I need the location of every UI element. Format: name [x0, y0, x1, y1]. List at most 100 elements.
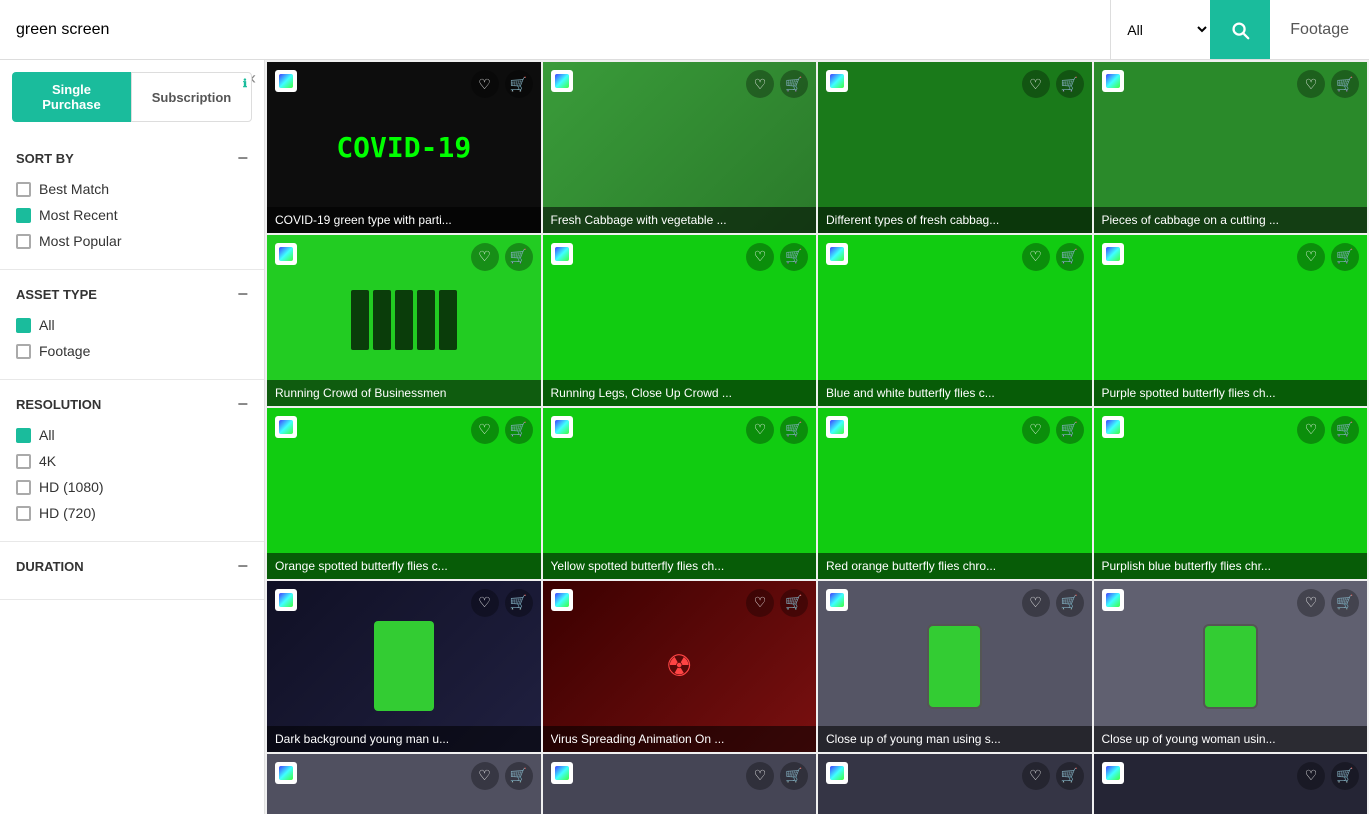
asset-type-footage[interactable]: Footage [16, 343, 248, 359]
res-all-label: All [39, 427, 55, 443]
cube-icon [830, 247, 844, 261]
sort-best-match[interactable]: Best Match [16, 181, 248, 197]
favorite-button[interactable]: ♡ [746, 243, 774, 271]
search-input[interactable]: green screen [0, 0, 1110, 59]
subscription-tab[interactable]: Subscription ℹ [131, 72, 252, 122]
favorite-button[interactable]: ♡ [471, 416, 499, 444]
media-card[interactable]: ♡ 🛒 Blue and white butterfly flies c... [818, 235, 1092, 406]
media-card[interactable]: ♡ 🛒 [1094, 754, 1368, 814]
sort-most-recent[interactable]: Most Recent [16, 207, 248, 223]
cube-icon [555, 247, 569, 261]
cart-button[interactable]: 🛒 [1056, 416, 1084, 444]
cart-button[interactable]: 🛒 [1056, 243, 1084, 271]
cart-button[interactable]: 🛒 [1331, 70, 1359, 98]
asset-type-header: ASSET TYPE − [16, 284, 248, 305]
cart-button[interactable]: 🛒 [505, 762, 533, 790]
resolution-4k[interactable]: 4K [16, 453, 248, 469]
asset-footage-checkbox[interactable] [16, 344, 31, 359]
media-card[interactable]: ♡ 🛒 [543, 754, 817, 814]
cart-button[interactable]: 🛒 [505, 589, 533, 617]
sort-most-popular[interactable]: Most Popular [16, 233, 248, 249]
media-card[interactable]: ♡ 🛒 Fresh Cabbage with vegetable ... [543, 62, 817, 233]
card-title: Orange spotted butterfly flies c... [275, 559, 533, 573]
single-purchase-tab[interactable]: SinglePurchase ℹ [12, 72, 131, 122]
favorite-button[interactable]: ♡ [471, 70, 499, 98]
media-card[interactable]: ♡ 🛒 [267, 754, 541, 814]
resolution-hd720[interactable]: HD (720) [16, 505, 248, 521]
asset-footage-label: Footage [39, 343, 90, 359]
favorite-button[interactable]: ♡ [471, 762, 499, 790]
duration-collapse-icon[interactable]: − [237, 556, 248, 577]
favorite-button[interactable]: ♡ [1022, 70, 1050, 98]
card-title: Yellow spotted butterfly flies ch... [551, 559, 809, 573]
most-recent-checkbox[interactable] [16, 208, 31, 223]
favorite-button[interactable]: ♡ [746, 762, 774, 790]
category-dropdown[interactable]: All Footage Photos Music [1110, 0, 1210, 59]
cart-button[interactable]: 🛒 [1331, 762, 1359, 790]
resolution-all[interactable]: All [16, 427, 248, 443]
asset-type-collapse-icon[interactable]: − [237, 284, 248, 305]
cart-button[interactable]: 🛒 [780, 243, 808, 271]
favorite-button[interactable]: ♡ [1297, 70, 1325, 98]
media-card[interactable]: ♡ 🛒 Running Crowd of Businessmen [267, 235, 541, 406]
media-card[interactable]: ♡ 🛒 Purplish blue butterfly flies chr... [1094, 408, 1368, 579]
cart-button[interactable]: 🛒 [780, 589, 808, 617]
cart-button[interactable]: 🛒 [1056, 762, 1084, 790]
cart-button[interactable]: 🛒 [1331, 243, 1359, 271]
cart-button[interactable]: 🛒 [1056, 70, 1084, 98]
favorite-button[interactable]: ♡ [1297, 243, 1325, 271]
favorite-button[interactable]: ♡ [1297, 589, 1325, 617]
cart-button[interactable]: 🛒 [1056, 589, 1084, 617]
search-button[interactable] [1210, 0, 1270, 59]
res-4k-checkbox[interactable] [16, 454, 31, 469]
cart-button[interactable]: 🛒 [505, 243, 533, 271]
favorite-button[interactable]: ♡ [471, 589, 499, 617]
cart-button[interactable]: 🛒 [1331, 416, 1359, 444]
card-logo [1102, 243, 1124, 265]
favorite-button[interactable]: ♡ [746, 70, 774, 98]
cube-icon [279, 74, 293, 88]
media-card[interactable]: ♡ 🛒 Dark background young man u... [267, 581, 541, 752]
media-card[interactable]: ♡ 🛒 Orange spotted butterfly flies c... [267, 408, 541, 579]
most-popular-checkbox[interactable] [16, 234, 31, 249]
media-card[interactable]: ♡ 🛒 Red orange butterfly flies chro... [818, 408, 1092, 579]
res-hd720-checkbox[interactable] [16, 506, 31, 521]
media-card[interactable]: ☢ ♡ 🛒 Virus Spreading Animation On ... [543, 581, 817, 752]
media-card[interactable]: ♡ 🛒 Running Legs, Close Up Crowd ... [543, 235, 817, 406]
media-card[interactable]: ♡ 🛒 Yellow spotted butterfly flies ch... [543, 408, 817, 579]
media-card[interactable]: ♡ 🛒 Pieces of cabbage on a cutting ... [1094, 62, 1368, 233]
top-bar: green screen All Footage Photos Music Fo… [0, 0, 1369, 60]
favorite-button[interactable]: ♡ [1297, 416, 1325, 444]
cart-button[interactable]: 🛒 [780, 70, 808, 98]
resolution-collapse-icon[interactable]: − [237, 394, 248, 415]
favorite-button[interactable]: ♡ [1022, 416, 1050, 444]
favorite-button[interactable]: ♡ [1022, 762, 1050, 790]
sort-by-collapse-icon[interactable]: − [237, 148, 248, 169]
favorite-button[interactable]: ♡ [471, 243, 499, 271]
media-card[interactable]: COVID-19 ♡ 🛒 COVID-19 green type with pa… [267, 62, 541, 233]
media-card[interactable]: ♡ 🛒 Purple spotted butterfly flies ch... [1094, 235, 1368, 406]
cart-button[interactable]: 🛒 [505, 70, 533, 98]
best-match-label: Best Match [39, 181, 109, 197]
cart-button[interactable]: 🛒 [780, 762, 808, 790]
media-card[interactable]: ♡ 🛒 Close up of young man using s... [818, 581, 1092, 752]
resolution-hd1080[interactable]: HD (1080) [16, 479, 248, 495]
res-hd1080-checkbox[interactable] [16, 480, 31, 495]
media-card[interactable]: ♡ 🛒 [818, 754, 1092, 814]
favorite-button[interactable]: ♡ [1022, 589, 1050, 617]
favorite-button[interactable]: ♡ [1022, 243, 1050, 271]
cube-icon [555, 420, 569, 434]
asset-all-checkbox[interactable] [16, 318, 31, 333]
cart-button[interactable]: 🛒 [505, 416, 533, 444]
media-card[interactable]: ♡ 🛒 Close up of young woman usin... [1094, 581, 1368, 752]
res-all-checkbox[interactable] [16, 428, 31, 443]
cart-button[interactable]: 🛒 [1331, 589, 1359, 617]
cart-button[interactable]: 🛒 [780, 416, 808, 444]
favorite-button[interactable]: ♡ [746, 589, 774, 617]
media-card[interactable]: ♡ 🛒 Different types of fresh cabbag... [818, 62, 1092, 233]
best-match-checkbox[interactable] [16, 182, 31, 197]
favorite-button[interactable]: ♡ [746, 416, 774, 444]
cube-icon [830, 593, 844, 607]
asset-type-all[interactable]: All [16, 317, 248, 333]
favorite-button[interactable]: ♡ [1297, 762, 1325, 790]
